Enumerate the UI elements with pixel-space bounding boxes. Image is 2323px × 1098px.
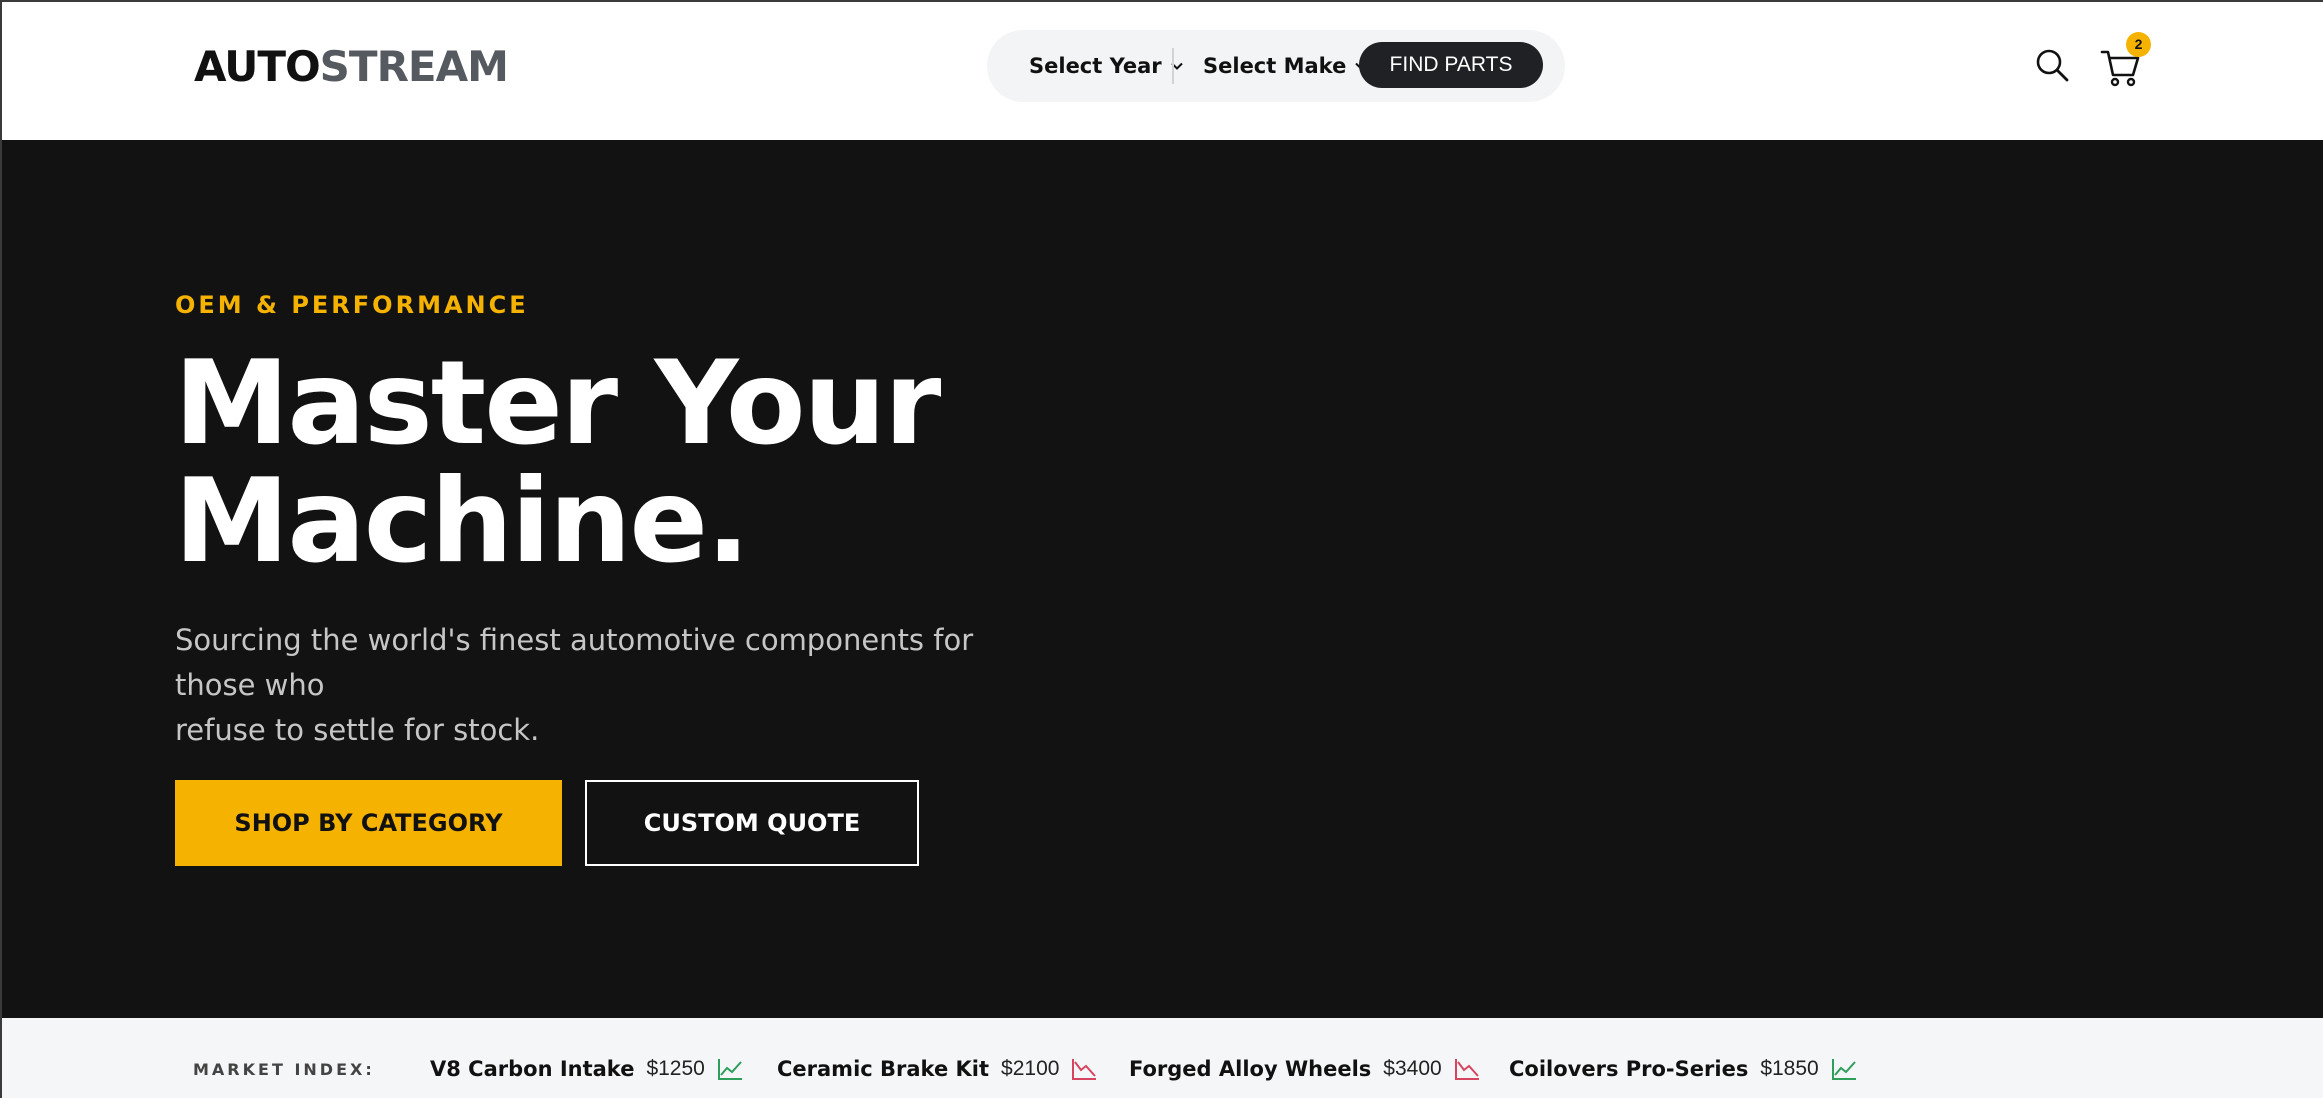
vehicle-part-finder: Select Year Select Make FIND PARTS [987, 30, 1565, 102]
headline-line-2: Machine. [174, 454, 750, 589]
market-item-price: $2100 [1001, 1057, 1060, 1080]
market-item-name: Forged Alloy Wheels [1129, 1057, 1372, 1081]
trend-up-icon [717, 1059, 742, 1080]
market-item-price: $1250 [646, 1057, 705, 1080]
hero-section: OEM & PERFORMANCE Master Your Machine. S… [2, 140, 2323, 1018]
brand-logo[interactable]: AUTOSTREAM [194, 42, 509, 92]
search-icon[interactable] [2035, 48, 2069, 82]
select-make-label: Select Make [1203, 54, 1347, 78]
trend-down-icon [1072, 1059, 1097, 1080]
finder-divider [1172, 48, 1174, 84]
market-index-label: MARKET INDEX: [193, 1060, 375, 1079]
cart-count-badge: 2 [2126, 32, 2151, 57]
logo-part-stream: STREAM [319, 42, 509, 91]
headline-line-1: Master Your [174, 336, 941, 471]
market-item[interactable]: Coilovers Pro-Series $1850 [1509, 1054, 1857, 1084]
trend-down-icon [1454, 1059, 1479, 1080]
hero-headline: Master Your Machine. [174, 345, 941, 581]
find-parts-button[interactable]: FIND PARTS [1359, 42, 1543, 88]
select-year-dropdown[interactable]: Select Year [1029, 52, 1184, 80]
market-item[interactable]: Forged Alloy Wheels $3400 [1129, 1054, 1480, 1084]
market-item-price: $1850 [1760, 1057, 1819, 1080]
market-item-price: $3400 [1383, 1057, 1442, 1080]
subline-line-2: refuse to settle for stock. [175, 713, 540, 747]
market-item[interactable]: Ceramic Brake Kit $2100 [777, 1054, 1097, 1084]
custom-quote-button[interactable]: CUSTOM QUOTE [585, 780, 919, 866]
subline-line-1: Sourcing the world's finest automotive c… [175, 623, 974, 702]
hero-eyebrow: OEM & PERFORMANCE [175, 291, 529, 319]
select-year-label: Select Year [1029, 54, 1162, 78]
market-item-name: Ceramic Brake Kit [777, 1057, 990, 1081]
market-item-name: Coilovers Pro-Series [1509, 1057, 1749, 1081]
market-item-name: V8 Carbon Intake [430, 1057, 635, 1081]
shop-by-category-button[interactable]: SHOP BY CATEGORY [175, 780, 562, 866]
window-frame-left [0, 0, 2, 1098]
site-header: AUTOSTREAM Select Year Select Make FIND … [2, 2, 2323, 140]
market-item[interactable]: V8 Carbon Intake $1250 [430, 1054, 743, 1084]
market-index-bar: MARKET INDEX: V8 Carbon Intake $1250 Cer… [2, 1018, 2323, 1098]
hero-subline: Sourcing the world's finest automotive c… [175, 618, 1045, 753]
select-make-dropdown[interactable]: Select Make [1203, 52, 1368, 80]
trend-up-icon [1831, 1059, 1856, 1080]
logo-part-auto: AUTO [194, 42, 321, 91]
